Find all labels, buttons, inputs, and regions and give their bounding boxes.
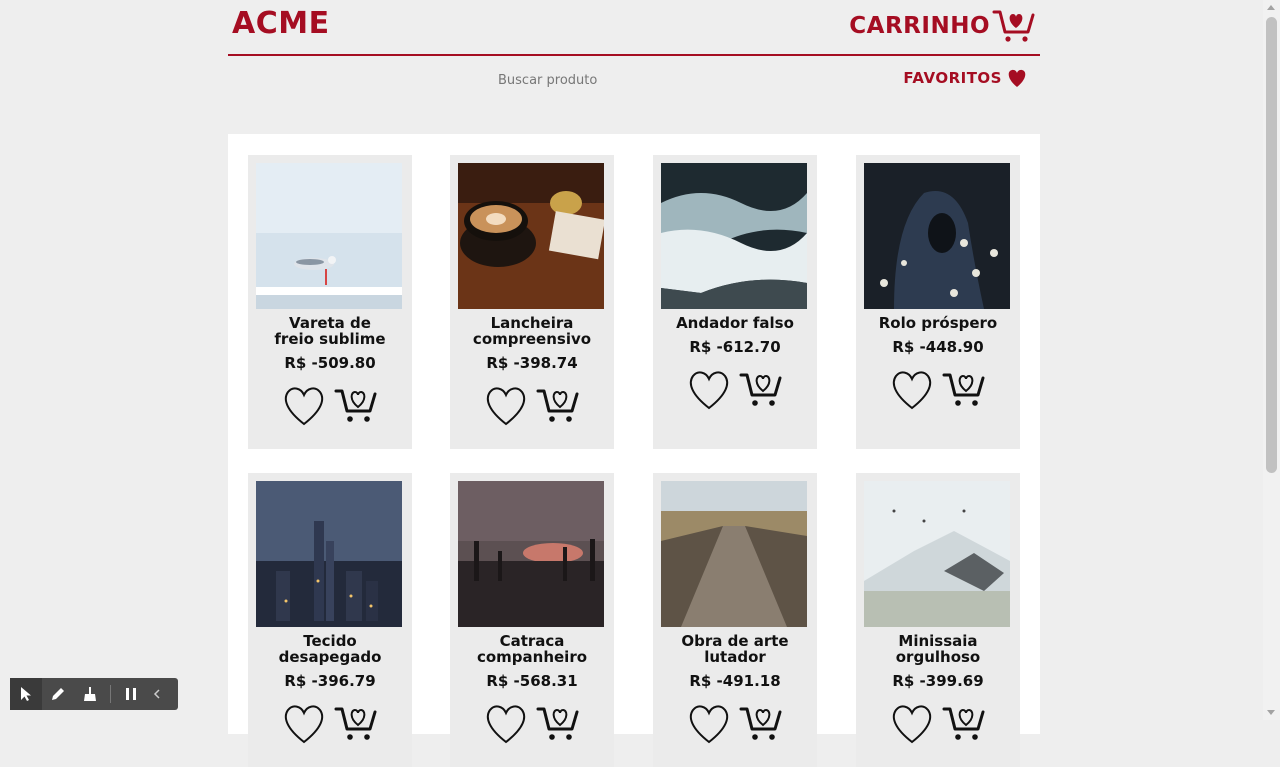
cart-label: CARRINHO [849,13,990,39]
product-info: Vareta de freio sublime R$ -509.80 [254,315,406,427]
add-to-cart-icon[interactable] [942,370,986,410]
product-price: R$ -612.70 [689,338,781,356]
favorites-link[interactable]: FAVORITOS [903,68,1028,88]
product-actions [862,369,1014,411]
cart-heart-icon [992,10,1035,42]
toolbar-divider [110,685,111,703]
add-to-cart-icon[interactable] [334,386,378,426]
annotation-toolbar [10,678,178,710]
product-name: Andador falso [676,314,794,332]
product-price: R$ -399.69 [892,672,984,690]
product-actions [254,703,406,745]
product-info: Catraca companheiro R$ -568.31 [456,633,608,745]
product-image[interactable] [864,163,1010,309]
product-name: Lancheira compreensivo [472,314,592,348]
product-card[interactable]: Obra de arte lutador R$ -491.18 [653,473,817,767]
add-to-cart-icon[interactable] [739,370,783,410]
favorite-heart-icon[interactable] [282,703,326,745]
scroll-down-arrow[interactable] [1267,710,1275,715]
product-actions [862,703,1014,745]
favorite-heart-icon[interactable] [687,703,731,745]
header: ACME CARRINHO [228,0,1040,56]
product-actions [456,385,608,427]
product-card[interactable]: Minissaia orgulhoso R$ -399.69 [856,473,1020,767]
product-name: Catraca companheiro [476,632,588,666]
product-image[interactable] [661,481,807,627]
product-card[interactable]: Andador falso R$ -612.70 [653,155,817,449]
product-price: R$ -398.74 [486,354,578,372]
favorites-label: FAVORITOS [903,69,1002,87]
search-input[interactable] [478,70,708,91]
product-name: Tecido desapegado [278,632,382,666]
product-image[interactable] [458,163,604,309]
pause-button[interactable] [115,678,147,710]
heart-icon [1008,69,1026,87]
product-card[interactable]: Vareta de freio sublime R$ -509.80 [248,155,412,449]
product-price: R$ -509.80 [284,354,376,372]
product-price: R$ -491.18 [689,672,781,690]
collapse-toolbar-button[interactable] [147,678,167,710]
add-to-cart-icon[interactable] [536,386,580,426]
product-name: Rolo próspero [878,314,998,332]
product-name: Minissaia orgulhoso [895,632,981,666]
product-actions [254,385,406,427]
page-wrapper: ACME CARRINHO FAVORITOS Vareta de freio … [228,0,1040,767]
product-info: Andador falso R$ -612.70 [659,315,811,411]
add-to-cart-icon[interactable] [334,704,378,744]
favorite-heart-icon[interactable] [687,369,731,411]
vertical-scrollbar[interactable] [1263,0,1280,720]
chevron-left-icon [153,689,160,699]
product-card[interactable]: Catraca companheiro R$ -568.31 [450,473,614,767]
clear-tool-button[interactable] [74,678,106,710]
favorite-heart-icon[interactable] [890,703,934,745]
product-grid: Vareta de freio sublime R$ -509.80 Lanchei… [228,134,1040,767]
pen-tool-button[interactable] [42,678,74,710]
scroll-up-arrow[interactable] [1267,5,1275,10]
product-price: R$ -448.90 [892,338,984,356]
product-image[interactable] [256,481,402,627]
product-card[interactable]: Tecido desapegado R$ -396.79 [248,473,412,767]
pen-icon [52,688,64,700]
product-info: Tecido desapegado R$ -396.79 [254,633,406,745]
scrollbar-thumb[interactable] [1266,17,1277,473]
product-info: Obra de arte lutador R$ -491.18 [659,633,811,745]
product-info: Minissaia orgulhoso R$ -399.69 [862,633,1014,745]
product-price: R$ -396.79 [284,672,376,690]
product-actions [456,703,608,745]
product-name: Obra de arte lutador [681,632,789,666]
favorite-heart-icon[interactable] [890,369,934,411]
sub-bar: FAVORITOS [228,56,1040,116]
product-card[interactable]: Lancheira compreensivo R$ -398.74 [450,155,614,449]
product-image[interactable] [458,481,604,627]
product-image[interactable] [661,163,807,309]
favorite-heart-icon[interactable] [282,385,326,427]
select-tool-button[interactable] [10,678,42,710]
broom-icon [84,687,96,701]
add-to-cart-icon[interactable] [942,704,986,744]
product-image[interactable] [864,481,1010,627]
favorite-heart-icon[interactable] [484,385,528,427]
product-actions [659,369,811,411]
product-info: Lancheira compreensivo R$ -398.74 [456,315,608,427]
product-price: R$ -568.31 [486,672,578,690]
product-name: Vareta de freio sublime [274,314,386,348]
pause-icon [126,688,136,700]
favorite-heart-icon[interactable] [484,703,528,745]
product-card[interactable]: Rolo próspero R$ -448.90 [856,155,1020,449]
add-to-cart-icon[interactable] [536,704,580,744]
product-image[interactable] [256,163,402,309]
cursor-icon [21,687,31,701]
product-info: Rolo próspero R$ -448.90 [862,315,1014,411]
product-actions [659,703,811,745]
add-to-cart-icon[interactable] [739,704,783,744]
logo[interactable]: ACME [232,6,330,41]
cart-link[interactable]: CARRINHO [849,8,1036,44]
